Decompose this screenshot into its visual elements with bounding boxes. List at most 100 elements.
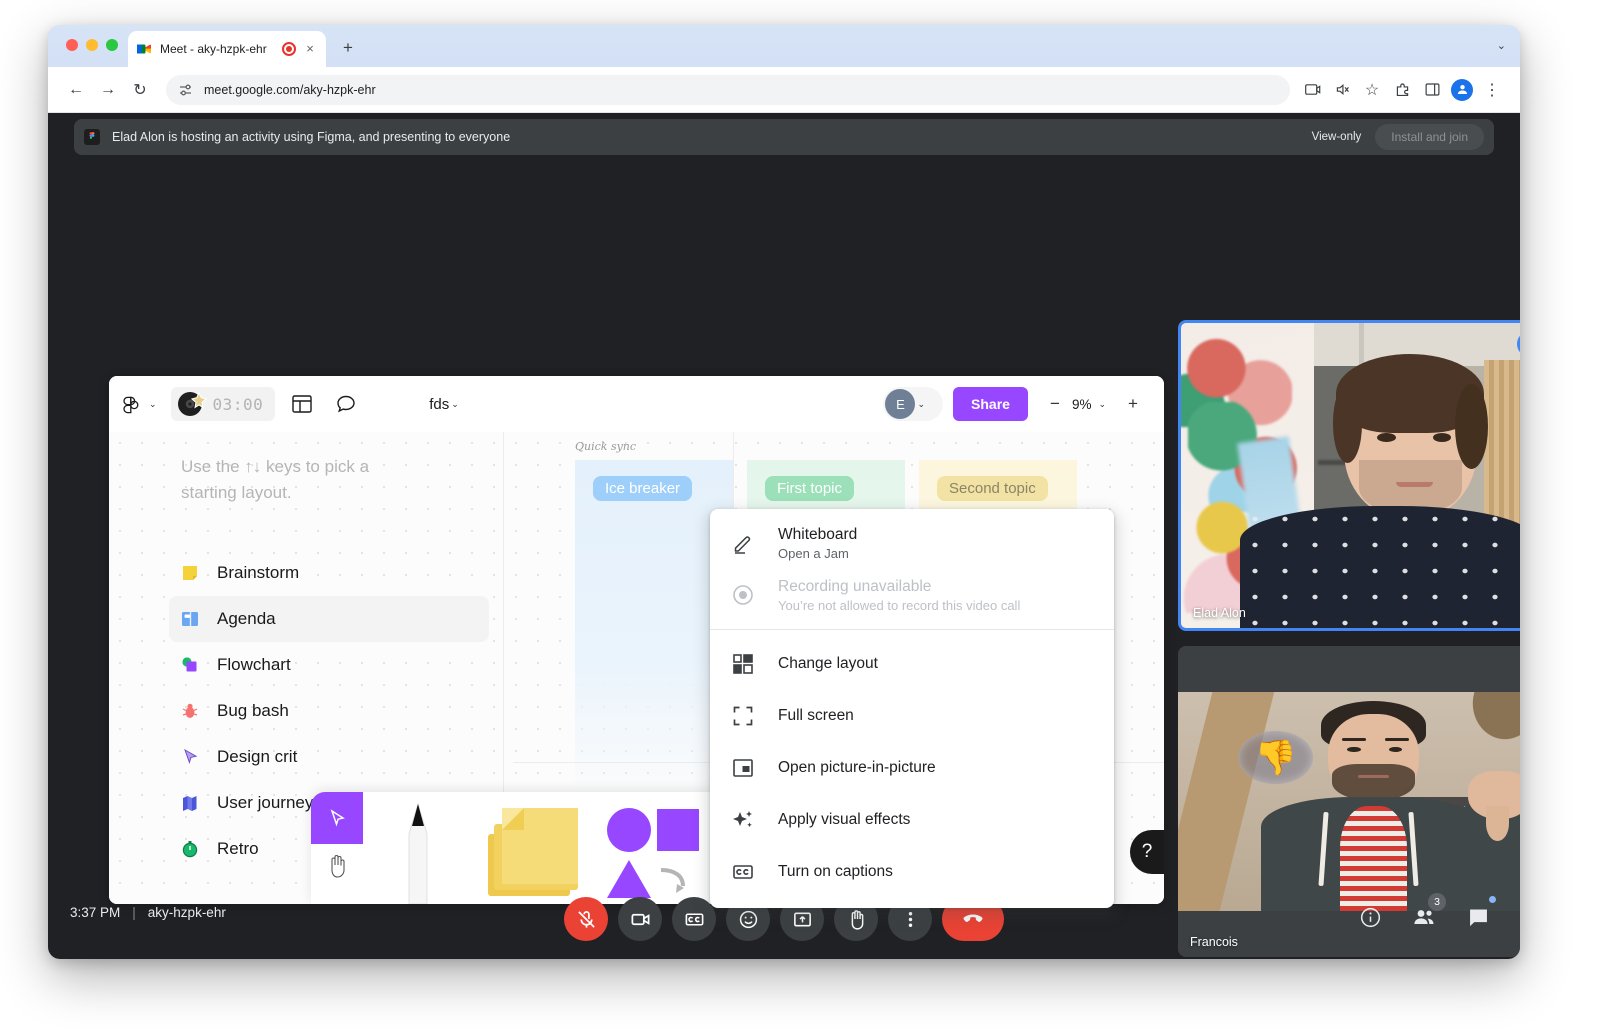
- minimize-window-button[interactable]: [86, 39, 98, 51]
- activity-banner: Elad Alon is hosting an activity using F…: [74, 119, 1494, 155]
- browser-window: Meet - aky-hzpk-ehr × + ⌄ ← → ↻ meet.goo…: [48, 25, 1520, 959]
- comment-bubble-icon[interactable]: [329, 387, 363, 421]
- layout-item-label: User journey: [217, 793, 314, 812]
- people-count-badge: 3: [1428, 893, 1446, 911]
- close-tab-button[interactable]: ×: [302, 41, 318, 57]
- google-meet-app: Elad Alon is hosting an activity using F…: [48, 113, 1520, 959]
- zoom-in-button[interactable]: +: [1116, 394, 1150, 414]
- figma-user-avatar: E: [885, 389, 916, 419]
- forward-button[interactable]: →: [94, 76, 122, 104]
- layout-grid-icon: [730, 651, 756, 677]
- layout-item-label: Retro: [217, 839, 259, 858]
- zoom-out-button[interactable]: −: [1038, 394, 1072, 414]
- menu-item-text-group: Recording unavailable You’re not allowed…: [778, 578, 1020, 613]
- browser-menu-button[interactable]: ⋮: [1478, 76, 1506, 104]
- figma-toolbar-right: E ⌄ Share − 9% ⌄ +: [883, 387, 1150, 421]
- browser-tab[interactable]: Meet - aky-hzpk-ehr ×: [128, 31, 326, 67]
- layout-grid-icon[interactable]: [285, 387, 319, 421]
- chat-unread-dot: [1489, 896, 1496, 903]
- board-chip-label: First topic: [765, 476, 855, 501]
- recording-icon[interactable]: [282, 42, 296, 56]
- figma-filename-text: fds: [429, 395, 450, 413]
- figma-timer-value: 03:00: [212, 394, 264, 414]
- figma-user-chip[interactable]: E ⌄: [883, 387, 944, 421]
- menu-item-whiteboard[interactable]: Whiteboard Open a Jam: [710, 517, 1114, 569]
- tab-muted-icon[interactable]: [1328, 76, 1356, 104]
- more-options-context-menu: Whiteboard Open a Jam Recording unavaila…: [710, 509, 1114, 908]
- layout-item-flowchart[interactable]: Flowchart: [169, 642, 489, 688]
- meet-secondary-controls: 3: [1350, 893, 1498, 937]
- figma-toolbar: ⌄ 03:00 fds ⌄ E ⌄ Share − 9% ⌄ +: [109, 376, 1164, 432]
- figma-zoom-level[interactable]: 9% ⌄: [1072, 397, 1116, 412]
- bookmark-star-icon[interactable]: ☆: [1358, 76, 1386, 104]
- meeting-code: aky-hzpk-ehr: [147, 905, 226, 920]
- board-chip-label: Second topic: [937, 476, 1048, 501]
- layout-item-label: Flowchart: [217, 655, 291, 674]
- thumbs-down-reaction: 👎: [1238, 731, 1314, 784]
- fullscreen-icon: [730, 703, 756, 729]
- map-icon: [179, 792, 201, 814]
- meeting-info: 3:37 PM | aky-hzpk-ehr: [70, 905, 226, 920]
- view-only-label: View-only: [1311, 131, 1362, 143]
- meeting-details-button[interactable]: [1350, 897, 1390, 937]
- extensions-icon[interactable]: [1388, 76, 1416, 104]
- side-panel-icon[interactable]: [1418, 76, 1446, 104]
- captions-button[interactable]: [672, 897, 716, 941]
- figma-menu-caret-icon[interactable]: ⌄: [149, 399, 157, 410]
- layout-item-bug-bash[interactable]: Bug bash: [169, 688, 489, 734]
- menu-item-open-picture-in-picture[interactable]: Open picture-in-picture: [710, 742, 1114, 794]
- figma-timer-chip[interactable]: 03:00: [170, 387, 276, 421]
- pencil-icon: [730, 530, 756, 556]
- layout-item-label: Brainstorm: [217, 563, 300, 582]
- figma-share-button[interactable]: Share: [953, 387, 1028, 421]
- figma-filename[interactable]: fds ⌄: [429, 396, 469, 413]
- menu-separator: [710, 629, 1114, 630]
- menu-item-change-layout[interactable]: Change layout: [710, 638, 1114, 690]
- layout-item-design-crit[interactable]: Design crit: [169, 734, 489, 780]
- screencast-icon[interactable]: [1298, 76, 1326, 104]
- screenshot-root: Meet - aky-hzpk-ehr × + ⌄ ← → ↻ meet.goo…: [0, 0, 1600, 1036]
- sparkle-icon: [730, 807, 756, 833]
- participant-tile-elad-alon[interactable]: ⋯ Elad Alon: [1178, 320, 1520, 631]
- figma-filename-caret-icon[interactable]: ⌄: [451, 399, 459, 410]
- microphone-button[interactable]: [564, 897, 608, 941]
- bug-icon: [179, 700, 201, 722]
- flowchart-shapes-icon: [179, 654, 201, 676]
- menu-item-label: Recording unavailable: [778, 577, 932, 595]
- layout-item-agenda[interactable]: Agenda: [169, 596, 489, 642]
- window-traffic-lights[interactable]: [66, 39, 118, 51]
- tune-icon[interactable]: [178, 82, 194, 98]
- address-bar[interactable]: meet.google.com/aky-hzpk-ehr: [166, 74, 1290, 105]
- sticky-note-icon: [179, 562, 201, 584]
- camera-button[interactable]: [618, 897, 662, 941]
- chat-button[interactable]: [1458, 896, 1498, 937]
- menu-item-sublabel: You’re not allowed to record this video …: [778, 597, 1021, 613]
- participant-name: Francois: [1190, 935, 1238, 949]
- closed-captions-icon: [730, 859, 756, 885]
- close-window-button[interactable]: [66, 39, 78, 51]
- zoom-chevron-down-icon[interactable]: ⌄: [1098, 399, 1106, 410]
- figma-user-caret-icon[interactable]: ⌄: [917, 399, 925, 410]
- menu-item-label: Apply visual effects: [778, 811, 911, 828]
- menu-item-label: Whiteboard: [778, 525, 858, 543]
- menu-item-apply-visual-effects[interactable]: Apply visual effects: [710, 794, 1114, 846]
- browser-toolbar: ← → ↻ meet.google.com/aky-hzpk-ehr ☆ ⋮: [48, 67, 1520, 113]
- menu-item-full-screen[interactable]: Full screen: [710, 690, 1114, 742]
- board-title: Quick sync: [575, 440, 637, 453]
- cursor-arrow-icon[interactable]: [311, 792, 363, 844]
- tabstrip-chevron-icon[interactable]: ⌄: [1497, 39, 1506, 52]
- menu-item-label: Change layout: [778, 655, 878, 672]
- separator: |: [132, 905, 136, 920]
- reload-button[interactable]: ↻: [126, 76, 154, 104]
- maximize-window-button[interactable]: [106, 39, 118, 51]
- figma-logo-icon[interactable]: [123, 393, 143, 415]
- layout-item-label: Agenda: [217, 609, 276, 628]
- menu-item-turn-on-captions[interactable]: Turn on captions: [710, 846, 1114, 898]
- profile-avatar-icon[interactable]: [1448, 76, 1476, 104]
- install-and-join-button[interactable]: Install and join: [1375, 124, 1484, 150]
- layout-item-brainstorm[interactable]: Brainstorm: [169, 550, 489, 596]
- new-tab-button[interactable]: +: [338, 39, 358, 59]
- people-button[interactable]: 3: [1404, 893, 1446, 937]
- back-button[interactable]: ←: [62, 76, 90, 104]
- menu-item-label: Full screen: [778, 707, 854, 724]
